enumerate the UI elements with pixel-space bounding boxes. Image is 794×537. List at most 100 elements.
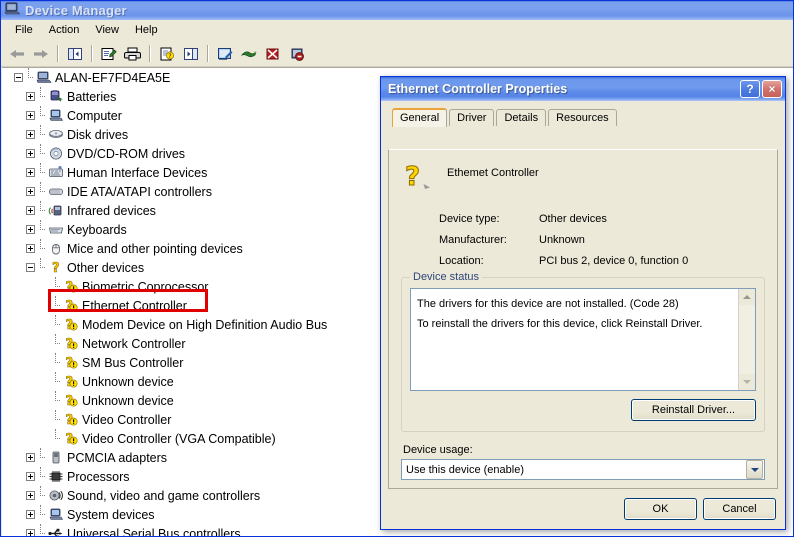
device-status-scrollbar[interactable]	[738, 289, 755, 390]
svg-text:?: ?	[52, 261, 60, 275]
help-icon[interactable]: ?	[740, 80, 760, 98]
expander-other-devices[interactable]	[26, 263, 35, 272]
tree-label-infrared: Infrared devices	[67, 203, 156, 218]
tree-label-unknown-device-2: Unknown device	[82, 393, 174, 408]
properties-button[interactable]	[97, 43, 121, 65]
pcmcia-icon	[47, 450, 64, 466]
expander-keyboards[interactable]	[26, 225, 35, 234]
tree-label-video-controller-vga: Video Controller (VGA Compatible)	[82, 431, 276, 446]
print-button[interactable]	[121, 43, 145, 65]
menu-view[interactable]: View	[87, 22, 127, 38]
tree-label-system-devices: System devices	[67, 507, 155, 522]
expander-dvd-drives[interactable]	[26, 149, 35, 158]
device-usage-value: Use this device (enable)	[406, 463, 525, 476]
device-type-row: Device type: Other devices	[439, 213, 765, 225]
tree-label-computer: Computer	[67, 108, 122, 123]
disk-drive-icon	[47, 127, 64, 143]
hid-icon	[47, 165, 64, 181]
manufacturer-row: Manufacturer: Unknown	[439, 234, 765, 246]
tree-connector	[35, 163, 46, 182]
unknown-device-icon: ?	[47, 260, 64, 276]
dialog-titlebar[interactable]: Ethernet Controller Properties ? ×	[381, 77, 785, 101]
expander-computer[interactable]	[26, 111, 35, 120]
show-hide-console-tree-button[interactable]	[63, 43, 87, 65]
location-row: Location: PCI bus 2, device 0, function …	[439, 255, 765, 267]
tree-label-keyboards: Keyboards	[67, 222, 127, 237]
expander-infrared[interactable]	[26, 206, 35, 215]
status-line-2: To reinstall the drivers for this device…	[417, 318, 703, 330]
tree-connector	[50, 372, 61, 391]
scroll-down-icon[interactable]	[739, 374, 755, 390]
tree-label-unknown-device-1: Unknown device	[82, 374, 174, 389]
expander-system-devices[interactable]	[26, 510, 35, 519]
tree-label-batteries: Batteries	[67, 89, 117, 104]
manufacturer-value: Unknown	[539, 234, 585, 246]
window-titlebar[interactable]: Device Manager	[1, 1, 793, 20]
reinstall-driver-button[interactable]: Reinstall Driver...	[631, 399, 756, 421]
toolbar-separator	[91, 45, 93, 62]
scan-for-hardware-changes-button[interactable]	[213, 43, 237, 65]
expander-usb[interactable]	[26, 529, 35, 536]
tree-label-video-controller: Video Controller	[82, 412, 172, 427]
device-header: ? Ethemet Controller	[401, 160, 765, 199]
help-doc-button[interactable]: ?	[155, 43, 179, 65]
status-line-1: The drivers for this device are not inst…	[417, 298, 679, 310]
back-button[interactable]	[5, 43, 29, 65]
tree-label-dvd-drives: DVD/CD-ROM drives	[67, 146, 186, 161]
svg-text:?: ?	[405, 162, 420, 192]
expander-pcmcia[interactable]	[26, 453, 35, 462]
device-status-text: The drivers for this device are not inst…	[411, 289, 738, 390]
tree-connector	[35, 125, 46, 144]
expander-ide[interactable]	[26, 187, 35, 196]
expander-processors[interactable]	[26, 472, 35, 481]
expander-mice[interactable]	[26, 244, 35, 253]
device-type-label: Device type:	[439, 213, 500, 225]
general-tab-panel: ? Ethemet Controller Device type: Other …	[388, 149, 778, 489]
unknown-device-warning-icon: ?	[62, 279, 79, 295]
tab-driver[interactable]: Driver	[449, 109, 495, 126]
dialog-button-row: OK Cancel	[624, 498, 776, 520]
chevron-down-icon[interactable]	[746, 460, 763, 479]
expander-root[interactable]	[14, 73, 23, 82]
tree-connector	[50, 277, 61, 296]
show-hide-action-pane-button[interactable]	[179, 43, 203, 65]
unknown-device-warning-icon: ?	[62, 374, 79, 390]
expander-hid[interactable]	[26, 168, 35, 177]
tab-general[interactable]: General	[392, 108, 448, 127]
system-device-icon	[47, 507, 64, 523]
screen: Device Manager File Action View Help ? A…	[0, 0, 794, 537]
expander-disk-drives[interactable]	[26, 130, 35, 139]
forward-button[interactable]	[29, 43, 53, 65]
tree-connector	[35, 486, 46, 505]
unknown-device-warning-icon: ?	[62, 298, 79, 314]
menu-file[interactable]: File	[7, 22, 41, 38]
close-icon[interactable]: ×	[762, 80, 782, 98]
device-usage-combobox[interactable]: Use this device (enable)	[401, 459, 765, 480]
unknown-device-warning-icon: ?	[62, 431, 79, 447]
menu-help[interactable]: Help	[127, 22, 166, 38]
toolbar-separator	[57, 45, 59, 62]
update-driver-button[interactable]	[237, 43, 261, 65]
cancel-button[interactable]: Cancel	[703, 498, 776, 520]
tree-label-processors: Processors	[67, 469, 130, 484]
tab-resources[interactable]: Resources	[548, 109, 617, 126]
ide-controller-icon	[47, 184, 64, 200]
disable-device-button[interactable]	[261, 43, 285, 65]
expander-sound[interactable]	[26, 491, 35, 500]
ok-button[interactable]: OK	[624, 498, 697, 520]
menu-bar: File Action View Help	[1, 20, 793, 41]
tree-label-root: ALAN-EF7FD4EA5E	[55, 70, 171, 85]
scroll-up-icon[interactable]	[739, 289, 755, 305]
tree-connector	[35, 106, 46, 125]
tree-connector	[23, 68, 34, 87]
tree-label-biometric-coprocessor: Biometric Coprocessor	[82, 279, 209, 294]
tree-connector	[50, 429, 61, 448]
tab-details[interactable]: Details	[496, 109, 547, 126]
menu-action[interactable]: Action	[41, 22, 88, 38]
toolbar-separator	[207, 45, 209, 62]
uninstall-device-button[interactable]	[285, 43, 309, 65]
tree-connector	[35, 448, 46, 467]
expander-batteries[interactable]	[26, 92, 35, 101]
tree-connector	[35, 239, 46, 258]
computer-icon	[47, 108, 64, 124]
